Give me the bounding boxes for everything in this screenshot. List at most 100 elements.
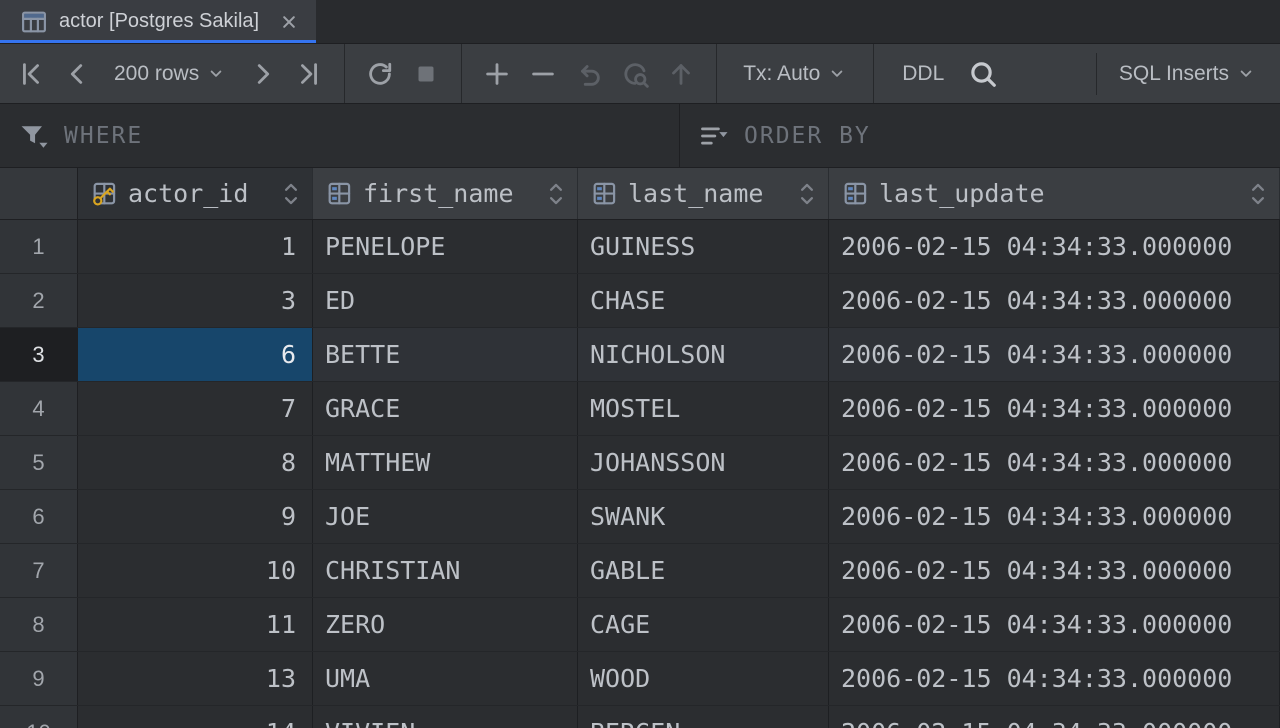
cell-last-update[interactable]: 2006-02-15 04:34:33.000000 bbox=[829, 598, 1280, 651]
row-number[interactable]: 3 bbox=[0, 328, 78, 381]
tab-close-icon[interactable] bbox=[278, 11, 300, 33]
cell-last-update[interactable]: 2006-02-15 04:34:33.000000 bbox=[829, 490, 1280, 543]
row-number[interactable]: 5 bbox=[0, 436, 78, 489]
tab-actor-table[interactable]: actor [Postgres Sakila] bbox=[0, 0, 316, 43]
preview-changes-icon bbox=[620, 59, 650, 89]
tx-mode-dropdown[interactable]: Tx: Auto bbox=[731, 53, 859, 95]
cell-last-update[interactable]: 2006-02-15 04:34:33.000000 bbox=[829, 382, 1280, 435]
cell-actor-id[interactable]: 8 bbox=[78, 436, 313, 489]
cell-last-update[interactable]: 2006-02-15 04:34:33.000000 bbox=[829, 706, 1280, 728]
sort-toggle-icon[interactable] bbox=[1249, 180, 1267, 208]
cell-actor-id[interactable]: 3 bbox=[78, 274, 313, 327]
cell-last-update[interactable]: 2006-02-15 04:34:33.000000 bbox=[829, 220, 1280, 273]
reload-icon bbox=[365, 59, 395, 89]
cell-last-update[interactable]: 2006-02-15 04:34:33.000000 bbox=[829, 436, 1280, 489]
tab-title: actor [Postgres Sakila] bbox=[59, 10, 259, 33]
chevron-down-icon bbox=[1236, 64, 1256, 84]
cell-last-name[interactable]: SWANK bbox=[578, 490, 829, 543]
cell-last-name[interactable]: BERGEN bbox=[578, 706, 829, 728]
cell-last-name[interactable]: CHASE bbox=[578, 274, 829, 327]
filter-bar: WHERE ORDER BY bbox=[0, 104, 1280, 168]
cell-first-name[interactable]: BETTE bbox=[313, 328, 578, 381]
row-number[interactable]: 9 bbox=[0, 652, 78, 705]
cell-actor-id[interactable]: 13 bbox=[78, 652, 313, 705]
row-number[interactable]: 7 bbox=[0, 544, 78, 597]
cell-first-name[interactable]: CHRISTIAN bbox=[313, 544, 578, 597]
sql-inserts-dropdown[interactable]: SQL Inserts bbox=[1107, 53, 1268, 95]
find-icon bbox=[968, 59, 998, 89]
table-row: 5 8 MATTHEW JOHANSSON 2006-02-15 04:34:3… bbox=[0, 436, 1280, 490]
row-number[interactable]: 1 bbox=[0, 220, 78, 273]
page-size-dropdown[interactable]: 200 rows bbox=[102, 53, 238, 95]
table-row: 4 7 GRACE MOSTEL 2006-02-15 04:34:33.000… bbox=[0, 382, 1280, 436]
cell-last-name[interactable]: GUINESS bbox=[578, 220, 829, 273]
cell-first-name[interactable]: UMA bbox=[313, 652, 578, 705]
sql-inserts-label: SQL Inserts bbox=[1119, 62, 1229, 86]
cell-last-name[interactable]: WOOD bbox=[578, 652, 829, 705]
cell-actor-id[interactable]: 9 bbox=[78, 490, 313, 543]
cell-last-update[interactable]: 2006-02-15 04:34:33.000000 bbox=[829, 652, 1280, 705]
column-header-last-update[interactable]: last_update bbox=[829, 168, 1280, 219]
toolbar-separator bbox=[344, 44, 345, 103]
row-number[interactable]: 2 bbox=[0, 274, 78, 327]
first-page-icon bbox=[16, 59, 46, 89]
ddl-button[interactable]: DDL bbox=[888, 53, 958, 95]
previous-page-button[interactable] bbox=[56, 53, 98, 95]
cell-first-name[interactable]: VIVIEN bbox=[313, 706, 578, 728]
column-header-actor-id[interactable]: actor_id bbox=[78, 168, 313, 219]
column-label: last_update bbox=[879, 179, 1045, 208]
cell-last-name[interactable]: GABLE bbox=[578, 544, 829, 597]
cell-first-name[interactable]: ZERO bbox=[313, 598, 578, 651]
cell-last-name[interactable]: CAGE bbox=[578, 598, 829, 651]
toolbar-right-group: SQL Inserts bbox=[1086, 53, 1268, 95]
where-label: WHERE bbox=[64, 123, 143, 149]
toolbar-separator bbox=[716, 44, 717, 103]
table-icon bbox=[20, 8, 48, 36]
cell-actor-id[interactable]: 14 bbox=[78, 706, 313, 728]
reload-data-button[interactable] bbox=[359, 53, 401, 95]
where-filter-field[interactable]: WHERE bbox=[0, 104, 680, 167]
sort-toggle-icon[interactable] bbox=[798, 180, 816, 208]
last-page-button[interactable] bbox=[288, 53, 330, 95]
cell-actor-id-selected[interactable]: 6 bbox=[78, 328, 313, 381]
stop-query-button[interactable] bbox=[405, 53, 447, 95]
add-row-button[interactable] bbox=[476, 53, 518, 95]
cell-actor-id[interactable]: 10 bbox=[78, 544, 313, 597]
cell-actor-id[interactable]: 11 bbox=[78, 598, 313, 651]
cell-first-name[interactable]: PENELOPE bbox=[313, 220, 578, 273]
toolbar-separator bbox=[1096, 53, 1097, 95]
cell-last-name[interactable]: JOHANSSON bbox=[578, 436, 829, 489]
cell-actor-id[interactable]: 1 bbox=[78, 220, 313, 273]
column-label: last_name bbox=[628, 179, 763, 208]
cell-actor-id[interactable]: 7 bbox=[78, 382, 313, 435]
cell-last-update[interactable]: 2006-02-15 04:34:33.000000 bbox=[829, 544, 1280, 597]
find-button[interactable] bbox=[962, 53, 1004, 95]
order-by-filter-field[interactable]: ORDER BY bbox=[680, 104, 1280, 167]
row-number[interactable]: 10 bbox=[0, 706, 78, 728]
revert-changes-button[interactable] bbox=[568, 53, 610, 95]
sort-toggle-icon[interactable] bbox=[547, 180, 565, 208]
next-page-button[interactable] bbox=[242, 53, 284, 95]
column-header-first-name[interactable]: first_name bbox=[313, 168, 578, 219]
table-row: 7 10 CHRISTIAN GABLE 2006-02-15 04:34:33… bbox=[0, 544, 1280, 598]
sort-toggle-icon[interactable] bbox=[282, 180, 300, 208]
cell-first-name[interactable]: ED bbox=[313, 274, 578, 327]
revert-icon bbox=[574, 59, 604, 89]
row-number[interactable]: 4 bbox=[0, 382, 78, 435]
cell-last-name[interactable]: NICHOLSON bbox=[578, 328, 829, 381]
chevron-down-icon bbox=[206, 64, 226, 84]
column-header-last-name[interactable]: last_name bbox=[578, 168, 829, 219]
preview-pending-changes-button[interactable] bbox=[614, 53, 656, 95]
cell-last-update[interactable]: 2006-02-15 04:34:33.000000 bbox=[829, 274, 1280, 327]
cell-first-name[interactable]: GRACE bbox=[313, 382, 578, 435]
row-number[interactable]: 8 bbox=[0, 598, 78, 651]
delete-row-button[interactable] bbox=[522, 53, 564, 95]
cell-first-name[interactable]: MATTHEW bbox=[313, 436, 578, 489]
row-number[interactable]: 6 bbox=[0, 490, 78, 543]
cell-last-update[interactable]: 2006-02-15 04:34:33.000000 bbox=[829, 328, 1280, 381]
submit-changes-button[interactable] bbox=[660, 53, 702, 95]
column-label: actor_id bbox=[128, 179, 248, 208]
cell-first-name[interactable]: JOE bbox=[313, 490, 578, 543]
first-page-button[interactable] bbox=[10, 53, 52, 95]
cell-last-name[interactable]: MOSTEL bbox=[578, 382, 829, 435]
